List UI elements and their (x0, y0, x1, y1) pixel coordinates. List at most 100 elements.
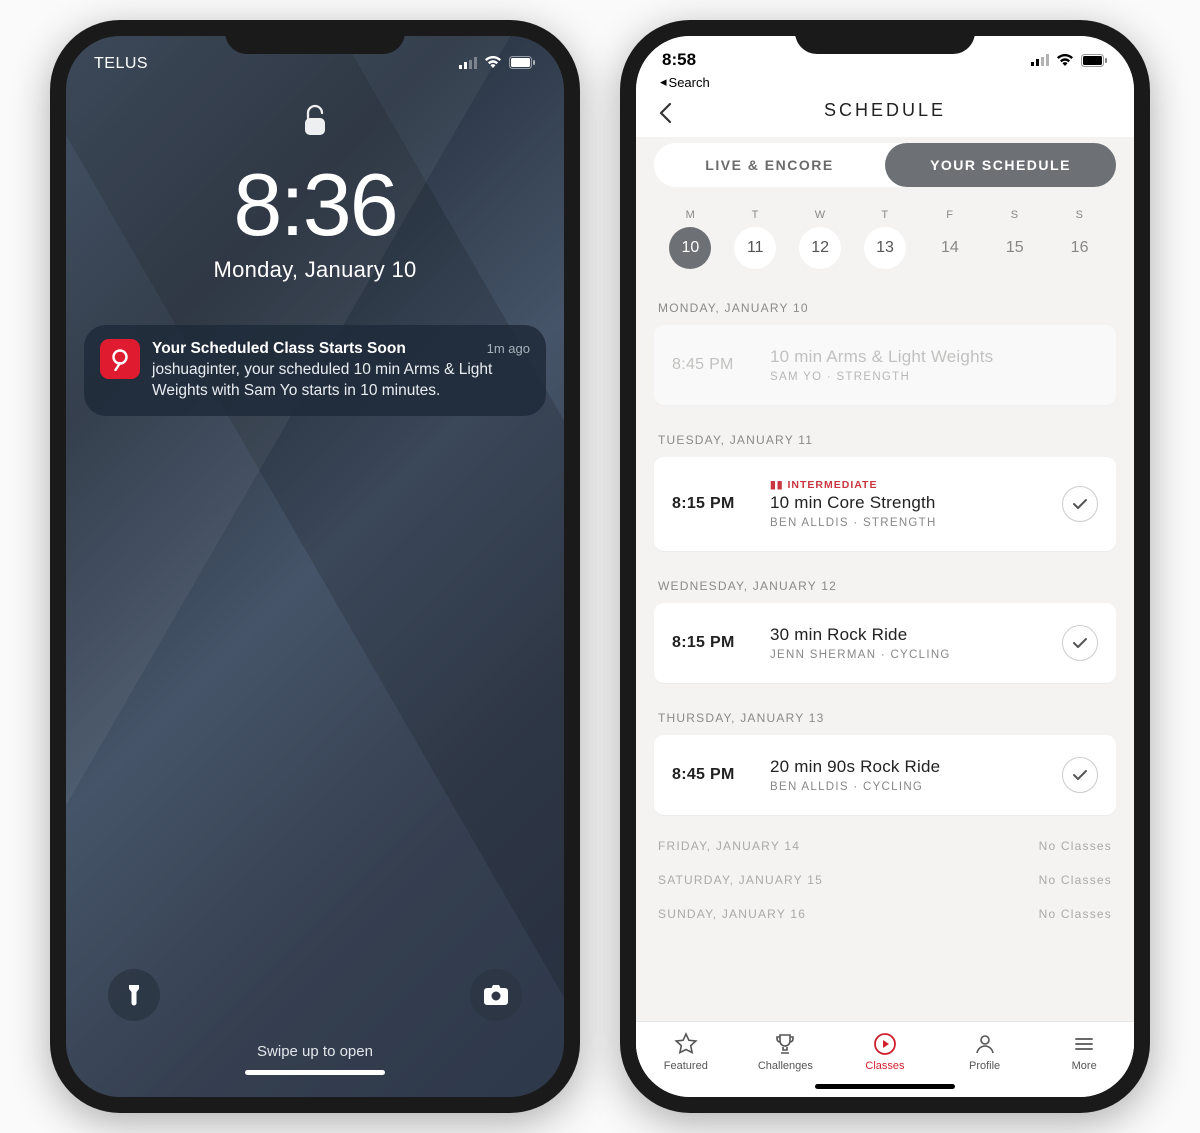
empty-day-msg: No Classes (1039, 907, 1112, 921)
class-info: ▮▮ INTERMEDIATE 10 min Core Strength BEN A… (770, 479, 1044, 529)
class-title: 10 min Core Strength (770, 493, 1044, 513)
day-number: 15 (994, 227, 1036, 269)
star-icon (674, 1032, 698, 1056)
day-letter: W (815, 209, 826, 221)
day-letter: T (752, 209, 759, 221)
day-number: 14 (929, 227, 971, 269)
peloton-app-icon (100, 339, 140, 379)
breadcrumb-back[interactable]: ◂ Search (636, 70, 1134, 90)
class-time: 8:15 PM (672, 495, 752, 513)
notification-title: Your Scheduled Class Starts Soon (152, 339, 406, 360)
empty-day-msg: No Classes (1039, 839, 1112, 853)
segmented-control: LIVE & ENCORE YOUR SCHEDULE (654, 143, 1116, 187)
page-header: SCHEDULE (636, 90, 1134, 137)
tab-label: Challenges (758, 1060, 813, 1072)
class-time: 8:45 PM (672, 356, 752, 374)
tab-classes[interactable]: Classes (850, 1032, 920, 1072)
day-cell[interactable]: T13 (855, 209, 916, 269)
carrier-label: TELUS (94, 55, 148, 73)
signal-icon (1031, 54, 1049, 66)
day-letter: S (1076, 209, 1084, 221)
class-card[interactable]: 8:15 PM ▮▮ INTERMEDIATE 10 min Core Streng… (654, 457, 1116, 551)
day-cell[interactable]: F 14 (919, 209, 980, 269)
class-info: 10 min Arms & Light WeightsSAM YO · STRE… (770, 347, 1098, 383)
day-cell[interactable]: S 15 (984, 209, 1045, 269)
empty-day-row: SUNDAY, JANUARY 16 No Classes (636, 897, 1134, 931)
section-label: MONDAY, JANUARY 10 (636, 287, 1134, 325)
notification-body: Your Scheduled Class Starts Soon 1m ago … (152, 339, 530, 402)
day-number: 11 (734, 227, 776, 269)
wifi-icon (484, 54, 502, 74)
day-number: 13 (864, 227, 906, 269)
day-cell[interactable]: M 10 (660, 209, 721, 269)
day-cell[interactable]: T 11 (725, 209, 786, 269)
check-icon[interactable] (1062, 486, 1098, 522)
day-letter: M (686, 209, 696, 221)
phone-schedule: 8:58 ◂ Search SCHEDULE LIVE & ENCORE Y (620, 20, 1150, 1113)
notch (795, 20, 975, 54)
tab-bar: Featured Challenges Classes (636, 1021, 1134, 1078)
phone-lockscreen: TELUS 8:36 Monday, (50, 20, 580, 1113)
day-number: 10 (669, 227, 711, 269)
class-meta: BEN ALLDIS · CYCLING (770, 781, 1044, 793)
ios-lockscreen: TELUS 8:36 Monday, (66, 36, 564, 1097)
notification-text: joshuaginter, your scheduled 10 min Arms… (152, 361, 492, 399)
day-cell[interactable]: S 16 (1049, 209, 1110, 269)
class-time: 8:15 PM (672, 634, 752, 652)
home-indicator[interactable] (245, 1070, 385, 1075)
tab-live-encore[interactable]: LIVE & ENCORE (654, 143, 885, 187)
class-title: 10 min Arms & Light Weights (770, 347, 1098, 367)
tab-more[interactable]: More (1049, 1032, 1119, 1072)
notification-card[interactable]: Your Scheduled Class Starts Soon 1m ago … (84, 325, 546, 416)
section-label: TUESDAY, JANUARY 11 (636, 419, 1134, 457)
profile-icon (973, 1032, 997, 1056)
lockscreen-time: 8:36 (66, 161, 564, 249)
day-letter: S (1011, 209, 1019, 221)
chevron-left-icon: ◂ (660, 74, 667, 90)
tab-profile[interactable]: Profile (950, 1032, 1020, 1072)
class-info: 30 min Rock Ride JENN SHERMAN · CYCLING (770, 625, 1044, 661)
day-letter: F (946, 209, 953, 221)
tab-your-schedule[interactable]: YOUR SCHEDULE (885, 143, 1116, 187)
tab-label: Profile (969, 1060, 1000, 1072)
menu-icon (1072, 1032, 1096, 1056)
day-number: 16 (1059, 227, 1101, 269)
section-label: THURSDAY, JANUARY 13 (636, 697, 1134, 735)
class-level: ▮▮ INTERMEDIATE (770, 479, 1044, 491)
check-icon[interactable] (1062, 625, 1098, 661)
week-picker: M 10 T 11 W 12 T13 F 14 S 15 S 16 (636, 187, 1134, 287)
play-circle-icon (873, 1032, 897, 1056)
check-icon[interactable] (1062, 757, 1098, 793)
class-card[interactable]: 8:15 PM 30 min Rock Ride JENN SHERMAN · CY… (654, 603, 1116, 683)
day-cell[interactable]: W 12 (790, 209, 851, 269)
class-title: 30 min Rock Ride (770, 625, 1044, 645)
empty-day-row: SATURDAY, JANUARY 15No Classes (636, 863, 1134, 897)
class-title: 20 min 90s Rock Ride (770, 757, 1044, 777)
trophy-icon (773, 1032, 797, 1056)
home-indicator[interactable] (815, 1084, 955, 1089)
empty-day-label: SUNDAY, JANUARY 16 (658, 907, 806, 921)
class-meta: JENN SHERMAN · CYCLING (770, 649, 1044, 661)
class-meta: BEN ALLDIS · STRENGTH (770, 517, 1044, 529)
breadcrumb-label: Search (669, 75, 710, 90)
section-label: WEDNESDAY, JANUARY 12 (636, 565, 1134, 603)
wifi-icon (1056, 54, 1074, 67)
tab-featured[interactable]: Featured (651, 1032, 721, 1072)
signal-icon (459, 54, 477, 74)
tab-challenges[interactable]: Challenges (750, 1032, 820, 1072)
status-icons (459, 54, 536, 74)
camera-button[interactable] (470, 969, 522, 1021)
class-card[interactable]: 8:45 PM20 min 90s Rock RideBEN ALLDIS · … (654, 735, 1116, 815)
class-card[interactable]: 8:45 PM 10 min Arms & Light WeightsSAM YO… (654, 325, 1116, 405)
back-button[interactable] (658, 102, 672, 131)
unlock-icon (66, 104, 564, 145)
flashlight-button[interactable] (108, 969, 160, 1021)
status-icons (1031, 54, 1108, 67)
day-number: 12 (799, 227, 841, 269)
class-info: 20 min 90s Rock Ride BEN ALLDIS · CYCLING (770, 757, 1044, 793)
empty-day-row: FRIDAY, JANUARY 14No Classes (636, 829, 1134, 863)
swipe-hint: Swipe up to open (257, 1043, 373, 1060)
status-time: 8:58 (662, 50, 696, 70)
page-title: SCHEDULE (824, 100, 946, 120)
lockscreen-date: Monday, January 10 (66, 257, 564, 283)
